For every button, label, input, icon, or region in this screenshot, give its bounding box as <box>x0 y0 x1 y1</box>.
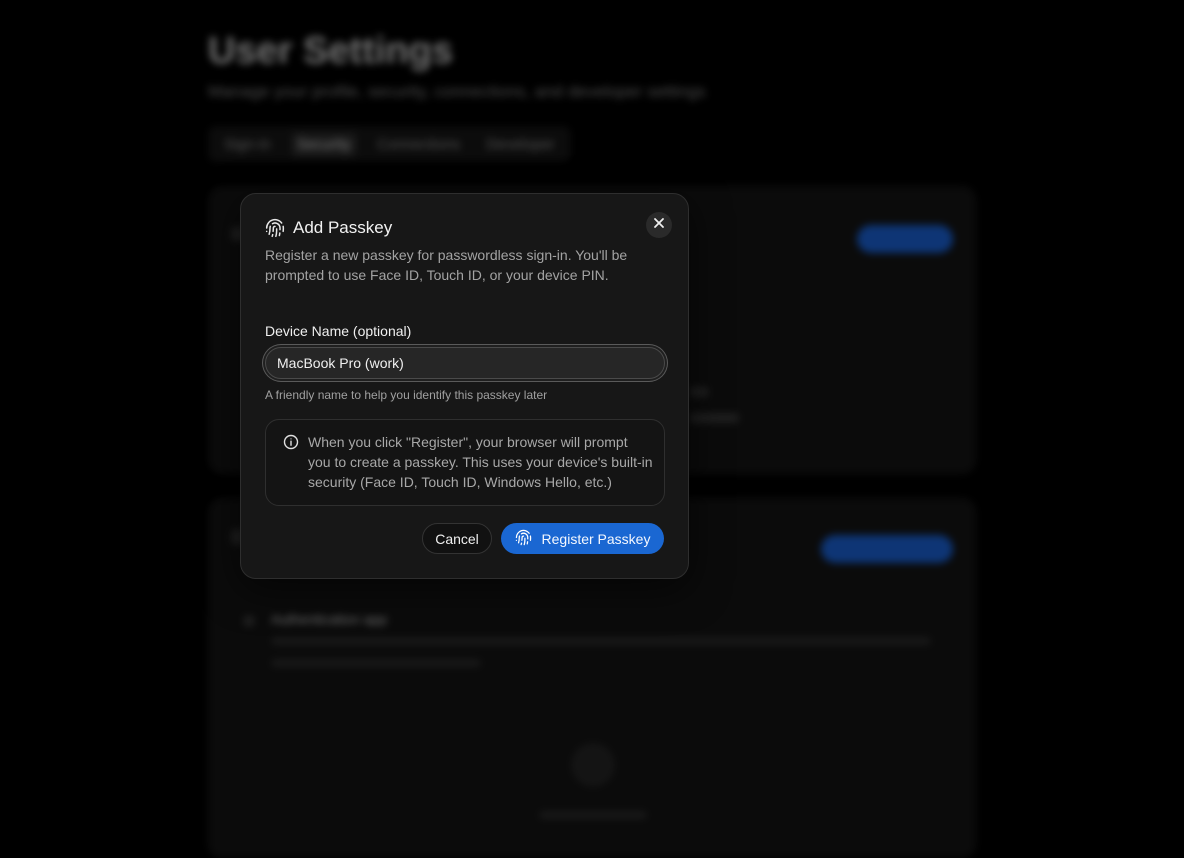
page-title: User Settings <box>208 30 453 73</box>
register-passkey-button[interactable]: Register Passkey <box>501 523 664 554</box>
tab-developer: Developer <box>480 132 560 157</box>
dialog-header: Add Passkey <box>265 218 392 238</box>
fingerprint-icon <box>515 529 532 549</box>
info-text: When you click "Register", your browser … <box>308 432 653 492</box>
fingerprint-icon <box>265 218 285 238</box>
auth-app-label: Authentication app <box>271 611 387 627</box>
add-passkey-bg-button <box>857 225 953 253</box>
info-icon <box>283 434 299 455</box>
device-name-help: A friendly name to help you identify thi… <box>265 388 547 402</box>
info-callout: When you click "Register", your browser … <box>265 419 665 506</box>
dialog-title: Add Passkey <box>293 218 392 238</box>
tab-security: Security <box>291 132 357 157</box>
tab-sign-in: Sign-in <box>218 132 277 157</box>
close-icon <box>653 216 665 234</box>
register-label: Register Passkey <box>542 531 651 547</box>
settings-tabs: Sign-in Security Connections Developer <box>208 126 571 162</box>
close-button[interactable] <box>646 212 672 238</box>
add-passkey-dialog: Add Passkey Register a new passkey for p… <box>240 193 689 579</box>
cancel-label: Cancel <box>435 531 479 547</box>
device-name-label: Device Name (optional) <box>265 323 411 339</box>
device-name-input[interactable] <box>265 347 665 379</box>
page-subtitle: Manage your profile, security, connectio… <box>208 82 706 102</box>
tab-connections: Connections <box>371 132 466 157</box>
two-factor-bg-button <box>821 535 953 563</box>
cancel-button[interactable]: Cancel <box>422 523 492 554</box>
dialog-description: Register a new passkey for passwordless … <box>265 245 665 285</box>
